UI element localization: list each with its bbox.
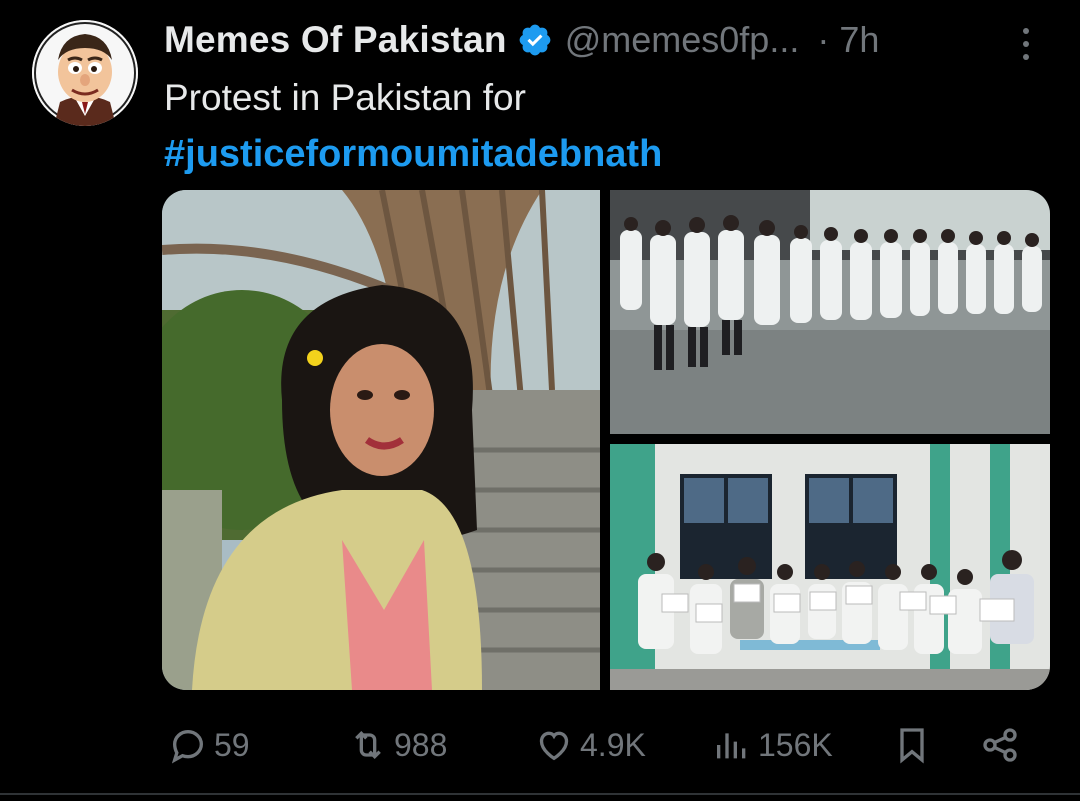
repost-count: 988 bbox=[394, 726, 448, 763]
post-header: Memes Of Pakistan @memes0fp... · 7h bbox=[164, 16, 879, 64]
bookmark-icon bbox=[900, 728, 924, 764]
reply-icon bbox=[171, 729, 204, 764]
repost-button[interactable]: 988 bbox=[348, 720, 447, 770]
post-time[interactable]: · 7h bbox=[817, 19, 879, 61]
hashtag-link[interactable]: #justiceformoumitadebnath bbox=[164, 126, 662, 182]
views-icon bbox=[717, 733, 746, 759]
author-name[interactable]: Memes Of Pakistan bbox=[164, 19, 507, 61]
like-button[interactable]: 4.9K bbox=[534, 720, 646, 770]
post-text: Protest in Pakistan for #justiceformoumi… bbox=[164, 70, 662, 182]
action-bar: 59 988 4.9K 156K bbox=[0, 720, 1080, 770]
reply-button[interactable]: 59 bbox=[168, 720, 250, 770]
divider bbox=[0, 793, 1080, 795]
more-vertical-icon[interactable] bbox=[1012, 24, 1040, 64]
repost-icon bbox=[355, 730, 381, 760]
media-grid bbox=[162, 190, 1050, 690]
view-count: 156K bbox=[758, 726, 833, 763]
bookmark-button[interactable] bbox=[892, 720, 938, 770]
share-icon bbox=[983, 728, 1017, 762]
avatar-caricature bbox=[32, 20, 138, 126]
views-button[interactable]: 156K bbox=[712, 720, 833, 770]
photo-protest-group-2[interactable] bbox=[610, 444, 1050, 690]
share-button[interactable] bbox=[980, 720, 1026, 770]
photo-portrait[interactable] bbox=[162, 190, 600, 690]
reply-count: 59 bbox=[214, 726, 250, 763]
photo-protest-group-1[interactable] bbox=[610, 190, 1050, 434]
verified-badge-icon bbox=[519, 24, 551, 56]
heart-icon bbox=[539, 731, 569, 761]
like-count: 4.9K bbox=[580, 726, 646, 763]
post-body: Protest in Pakistan for bbox=[164, 77, 526, 118]
avatar[interactable] bbox=[32, 20, 138, 126]
author-handle[interactable]: @memes0fp... bbox=[565, 19, 800, 61]
